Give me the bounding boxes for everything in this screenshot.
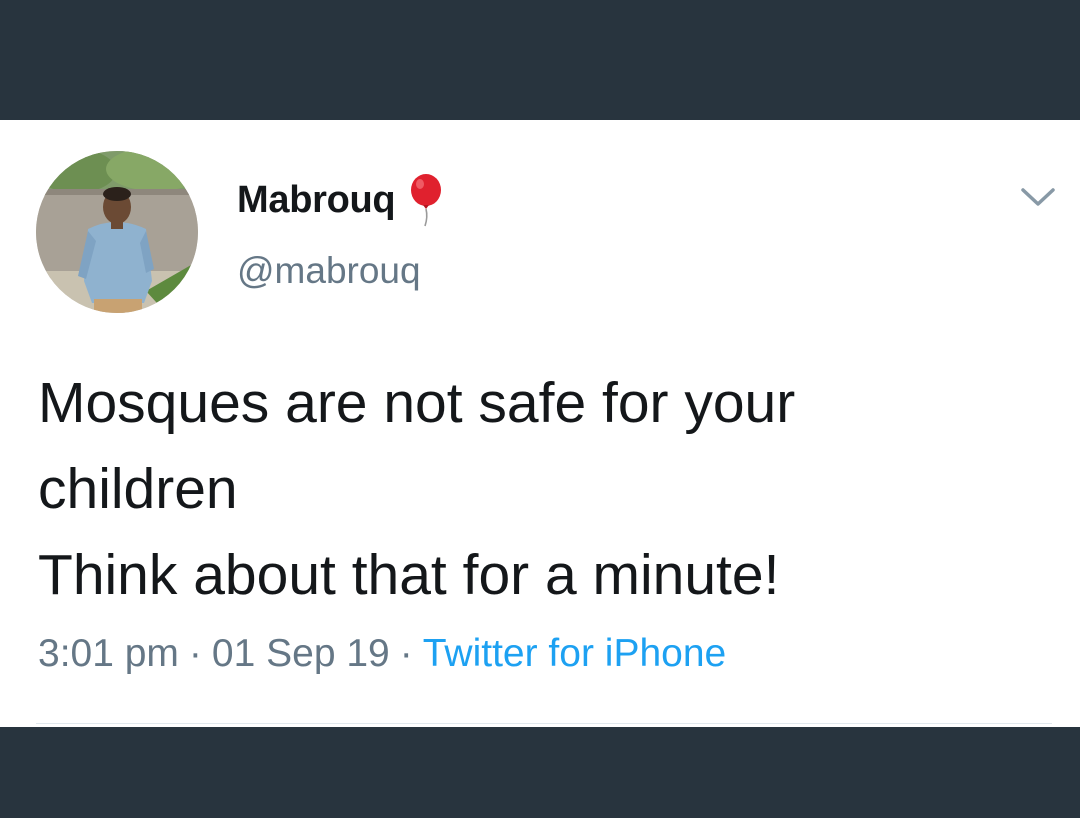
- tweet-text-line: Think about that for a minute!: [38, 543, 780, 607]
- display-name[interactable]: Mabrouq: [237, 179, 396, 222]
- avatar[interactable]: [36, 151, 198, 313]
- tweet-time[interactable]: 3:01 pm: [38, 632, 179, 675]
- meta-separator: ·: [399, 632, 413, 675]
- divider: [36, 723, 1052, 724]
- meta-separator: ·: [188, 632, 202, 675]
- tweet-text-line: children: [38, 457, 238, 521]
- tweet-date[interactable]: 01 Sep 19: [212, 632, 390, 675]
- bottom-bar: [0, 727, 1080, 818]
- tweet-text-line: Mosques are not safe for your: [38, 371, 796, 435]
- tweet-meta: 3:01 pm · 01 Sep 19 · Twitter for iPhone: [38, 632, 726, 676]
- red-balloon-icon: [409, 173, 443, 227]
- tweet-card: Mabrouq @mabrouq Mosques are not safe fo…: [0, 120, 1080, 727]
- author-handle[interactable]: @mabrouq: [237, 250, 421, 292]
- author-name-row[interactable]: Mabrouq: [237, 172, 443, 228]
- top-bar: [0, 0, 1080, 120]
- chevron-down-icon[interactable]: [1018, 182, 1058, 212]
- avatar-photo: [36, 151, 198, 313]
- tweet-text: Mosques are not safe for your children T…: [38, 360, 1038, 618]
- tweet-source-link[interactable]: Twitter for iPhone: [423, 632, 726, 675]
